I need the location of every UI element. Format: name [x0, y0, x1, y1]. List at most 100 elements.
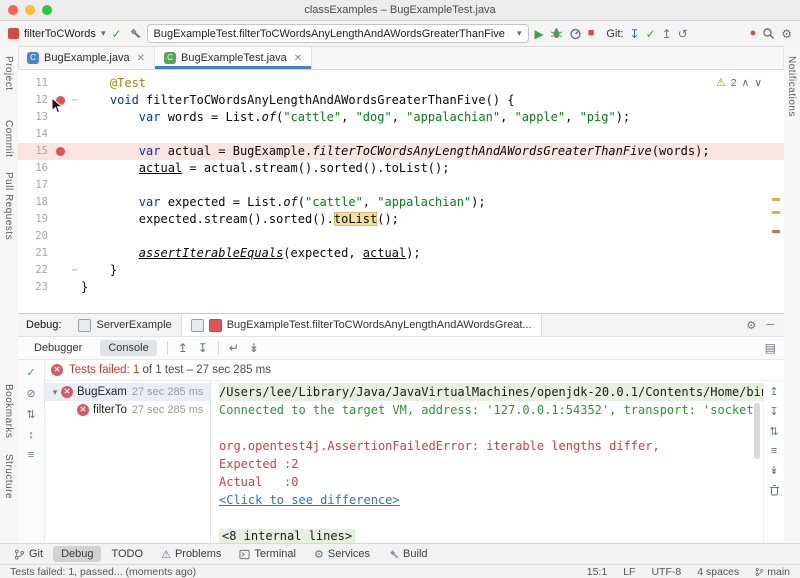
left-run-widget[interactable]: filterToCWords ▾ — [8, 28, 105, 40]
git-history-icon[interactable]: ↺ — [678, 28, 688, 40]
branch-name: main — [767, 566, 790, 578]
clear-console-icon[interactable] — [769, 484, 780, 496]
console-link-line[interactable]: <Click to see difference> — [219, 491, 763, 509]
code-line[interactable]: 12− void filterToCWordsAnyLengthAndAWord… — [18, 92, 784, 109]
code-line[interactable]: 21 assertIterableEquals(expected, actual… — [18, 245, 784, 262]
code-line[interactable]: 17 — [18, 177, 784, 194]
test-tree[interactable]: ▾✕BugExam27 sec 285 ms✕filterTo27 sec 28… — [45, 381, 211, 546]
debug-tab-bugexampletest[interactable]: BugExampleTest.filterToCWordsAnyLengthAn… — [181, 314, 542, 336]
down-stack-icon[interactable]: ↧ — [769, 405, 778, 418]
toolwindow-terminal[interactable]: Terminal — [231, 546, 304, 562]
tab-label: BugExample.java — [44, 52, 130, 64]
code-line[interactable]: 22− } — [18, 262, 784, 279]
prev-warning-icon[interactable]: ∧ — [742, 77, 750, 89]
scroll-to-end-icon[interactable]: ↡ — [249, 342, 259, 354]
code-editor[interactable]: 11 @Test12− void filterToCWordsAnyLength… — [18, 70, 784, 313]
prev-occurrence-icon[interactable]: ↥ — [178, 342, 188, 354]
tab-console[interactable]: Console — [100, 340, 156, 356]
toolwindow-build[interactable]: Build — [380, 546, 435, 562]
window-title: classExamples – BugExampleTest.java — [304, 4, 495, 16]
chevron-down-icon: ▾ — [517, 28, 522, 39]
code-line[interactable]: 16 actual = actual.stream().sorted().toL… — [18, 160, 784, 177]
toolwindow-debug[interactable]: Debug — [53, 546, 101, 562]
git-commit-icon[interactable]: ✓ — [646, 28, 656, 40]
code-line[interactable]: 23} — [18, 279, 784, 296]
git-branch-widget[interactable]: main — [755, 566, 790, 578]
git-update-icon[interactable]: ↧ — [630, 28, 640, 40]
code-line[interactable]: 20 — [18, 228, 784, 245]
stop-button[interactable]: ■ — [588, 28, 595, 39]
code-line[interactable]: 15 var actual = BugExample.filterToCWord… — [18, 143, 784, 160]
file-encoding[interactable]: UTF-8 — [651, 566, 681, 578]
debug-button[interactable] — [550, 27, 563, 40]
next-occurrence-icon[interactable]: ↧ — [198, 342, 208, 354]
up-stack-icon[interactable]: ↥ — [769, 385, 778, 398]
stripe-bookmarks[interactable]: Bookmarks — [3, 384, 14, 439]
console-scrollbar[interactable] — [754, 403, 760, 459]
search-icon[interactable] — [762, 27, 775, 40]
zoom-window-button[interactable] — [42, 5, 52, 15]
sort-alphabetically-icon[interactable]: ⇅ — [26, 408, 35, 421]
layout-settings-icon[interactable]: ▤ — [765, 342, 776, 354]
show-passed-icon[interactable]: ✓ — [26, 366, 35, 379]
caret-position[interactable]: 15:1 — [587, 566, 607, 578]
inspection-widget[interactable]: ⚠ 2 ∧ ∨ — [716, 76, 762, 89]
test-tree-row[interactable]: ✕filterTo27 sec 285 ms — [45, 401, 210, 419]
debug-tab-serverexample[interactable]: ServerExample — [69, 314, 180, 336]
console-pane[interactable]: /Users/lee/Library/Java/JavaVirtualMachi… — [211, 381, 763, 546]
settings-gear-icon[interactable]: ⚙ — [746, 319, 756, 332]
run-button[interactable]: ▶ — [535, 28, 544, 40]
warning-stripe-mark[interactable] — [772, 211, 780, 214]
indent-setting[interactable]: 4 spaces — [697, 566, 739, 578]
stripe-pull-requests[interactable]: Pull Requests — [3, 172, 14, 240]
chevron-expanded-icon: ▾ — [49, 387, 61, 398]
debug-header-actions: ⚙ ─ — [746, 314, 784, 336]
code-line[interactable]: 18 var expected = List.of("cattle", "app… — [18, 194, 784, 211]
status-message[interactable]: Tests failed: 1, passed... (moments ago) — [10, 566, 571, 578]
toolwindow-label: Terminal — [254, 548, 296, 560]
mouse-cursor — [51, 97, 64, 114]
soft-wrap-icon[interactable]: ↵ — [229, 342, 239, 354]
profiler-button[interactable] — [569, 27, 582, 40]
minimize-window-button[interactable] — [25, 5, 35, 15]
code-line[interactable]: 11 @Test — [18, 75, 784, 92]
code-line[interactable]: 13 var words = List.of("cattle", "dog", … — [18, 109, 784, 126]
toolwindow-problems[interactable]: ⚠ Problems — [153, 546, 229, 563]
close-window-button[interactable] — [8, 5, 18, 15]
show-ignored-icon[interactable]: ⊘ — [26, 387, 35, 400]
git-push-icon[interactable]: ↥ — [662, 28, 672, 40]
breakpoint-icon[interactable] — [56, 147, 65, 156]
build-hammer-icon[interactable] — [128, 27, 141, 40]
test-options-icon[interactable]: ≡ — [28, 449, 34, 461]
hide-panel-icon[interactable]: ─ — [766, 319, 774, 331]
tab-bugexample[interactable]: C BugExample.java ✕ — [18, 47, 155, 69]
tab-debugger[interactable]: Debugger — [26, 340, 90, 356]
settings-gear-icon[interactable]: ⚙ — [781, 28, 792, 40]
scroll-down-icon[interactable]: ↡ — [769, 464, 778, 477]
toolwindow-services[interactable]: ⚙ Services — [306, 546, 378, 563]
inspection-ok-icon[interactable]: ✓ — [111, 28, 121, 40]
toolwindow-git[interactable]: Git — [6, 546, 51, 562]
stripe-project[interactable]: Project — [3, 56, 14, 91]
close-icon[interactable]: ✕ — [137, 53, 145, 64]
code-line[interactable]: 19 expected.stream().sorted().toList(); — [18, 211, 784, 228]
sort-icon[interactable]: ⇅ — [769, 425, 778, 438]
left-combo-label: filterToCWords — [24, 28, 96, 40]
code-line[interactable]: 14 — [18, 126, 784, 143]
next-warning-icon[interactable]: ∨ — [754, 77, 762, 89]
debug-tool-window: Debug: ServerExample BugExampleTest.filt… — [18, 313, 784, 543]
tab-bugexampletest[interactable]: C BugExampleTest.java ✕ — [155, 47, 312, 69]
stripe-commit[interactable]: Commit — [3, 120, 14, 157]
run-configuration-combo[interactable]: BugExampleTest.filterToCWordsAnyLengthAn… — [147, 24, 529, 43]
stripe-structure[interactable]: Structure — [3, 454, 14, 499]
warning-stripe-mark[interactable] — [772, 198, 780, 201]
sort-by-duration-icon[interactable]: ↕ — [28, 429, 34, 441]
test-tree-row[interactable]: ▾✕BugExam27 sec 285 ms — [45, 383, 210, 401]
stripe-notifications[interactable]: Notifications — [786, 56, 797, 117]
close-icon[interactable]: ✕ — [294, 53, 302, 64]
list-icon[interactable]: ≡ — [771, 445, 777, 457]
error-stripe-mark[interactable] — [772, 230, 780, 233]
record-icon[interactable]: ● — [750, 28, 757, 39]
line-ending[interactable]: LF — [623, 566, 635, 578]
toolwindow-todo[interactable]: TODO — [103, 546, 151, 562]
